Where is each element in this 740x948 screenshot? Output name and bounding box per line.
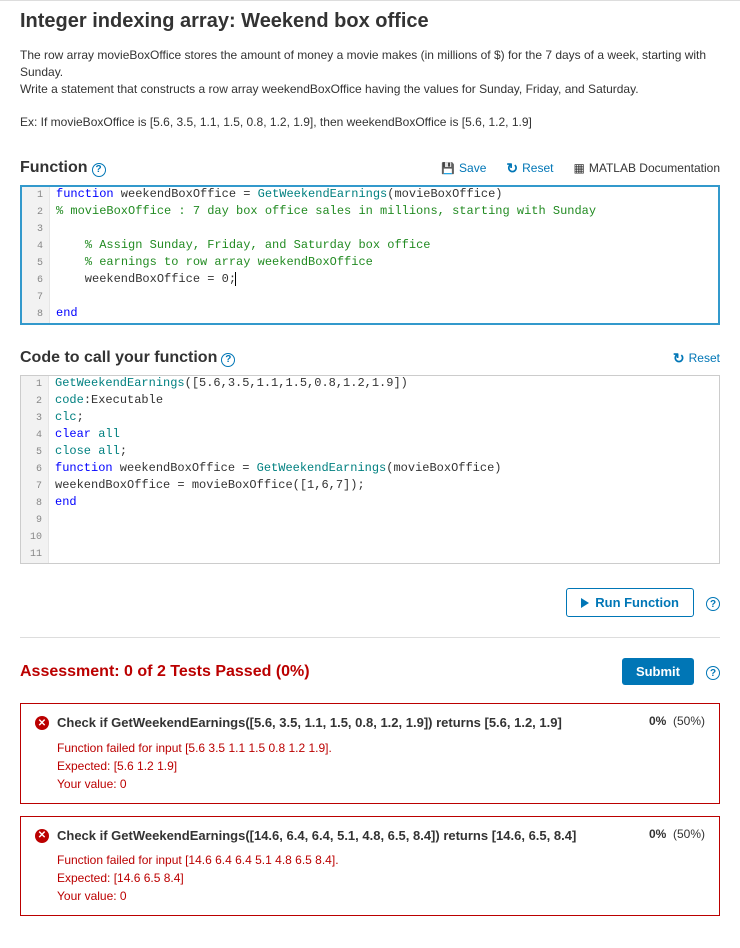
call-section-title: Code to call your function ? (20, 349, 235, 367)
line-number: 8 (22, 306, 50, 323)
line-number: 2 (22, 204, 50, 221)
reset-icon (506, 160, 518, 177)
code-content[interactable]: weekendBoxOffice = 0; (50, 272, 242, 289)
line-number: 5 (21, 444, 49, 461)
line-number: 1 (22, 187, 50, 204)
page-title: Integer indexing array: Weekend box offi… (20, 10, 720, 33)
reset-icon (673, 350, 685, 367)
docs-icon (573, 161, 584, 175)
code-content[interactable]: GetWeekendEarnings([5.6,3.5,1.1,1.5,0.8,… (49, 376, 414, 393)
code-content[interactable] (49, 529, 61, 546)
help-icon[interactable]: ? (92, 160, 106, 177)
code-content[interactable]: clear all (49, 427, 126, 444)
line-number: 4 (21, 427, 49, 444)
line-number: 10 (21, 529, 49, 546)
test-result-box: ✕ Check if GetWeekendEarnings([5.6, 3.5, … (20, 703, 720, 803)
line-number: 2 (21, 393, 49, 410)
code-line[interactable]: 3 (22, 221, 718, 238)
code-content[interactable]: close all; (49, 444, 133, 461)
desc-line-1: The row array movieBoxOffice stores the … (20, 48, 706, 79)
test-details: Function failed for input [14.6 6.4 6.4 … (57, 851, 705, 905)
submit-button[interactable]: Submit (622, 658, 694, 685)
editor-toolbar: Save Reset MATLAB Documentation (441, 160, 720, 177)
line-number: 6 (22, 272, 50, 289)
line-number: 7 (21, 478, 49, 495)
code-line[interactable]: 4clear all (21, 427, 719, 444)
line-number: 1 (21, 376, 49, 393)
test-name: Check if GetWeekendEarnings([14.6, 6.4, … (57, 827, 576, 845)
save-button[interactable]: Save (441, 161, 486, 175)
code-line[interactable]: 7weekendBoxOffice = movieBoxOffice([1,6,… (21, 478, 719, 495)
line-number: 4 (22, 238, 50, 255)
problem-description: The row array movieBoxOffice stores the … (20, 47, 720, 97)
reset-button[interactable]: Reset (506, 160, 553, 177)
code-line[interactable]: 9 (21, 512, 719, 529)
test-results: ✕ Check if GetWeekendEarnings([5.6, 3.5, … (20, 703, 720, 915)
desc-line-2: Write a statement that constructs a row … (20, 82, 639, 96)
line-number: 7 (22, 289, 50, 306)
test-score: 0% (50%) (649, 827, 705, 841)
code-line[interactable]: 8end (22, 306, 718, 323)
code-content[interactable]: end (49, 495, 83, 512)
fail-icon: ✕ (35, 829, 49, 843)
test-details: Function failed for input [5.6 3.5 1.1 1… (57, 739, 705, 793)
code-line[interactable]: 1GetWeekendEarnings([5.6,3.5,1.1,1.5,0.8… (21, 376, 719, 393)
save-icon (441, 161, 455, 175)
code-line[interactable]: 10 (21, 529, 719, 546)
code-line[interactable]: 5 % earnings to row array weekendBoxOffi… (22, 255, 718, 272)
help-icon[interactable]: ? (221, 350, 235, 367)
fail-icon: ✕ (35, 716, 49, 730)
run-function-button[interactable]: Run Function (566, 588, 694, 617)
code-line[interactable]: 11 (21, 546, 719, 563)
code-content[interactable]: function weekendBoxOffice = GetWeekendEa… (49, 461, 507, 478)
reset-button-2[interactable]: Reset (673, 350, 720, 367)
line-number: 11 (21, 546, 49, 563)
function-section-title: Function ? (20, 159, 106, 177)
code-line[interactable]: 5close all; (21, 444, 719, 461)
line-number: 5 (22, 255, 50, 272)
code-line[interactable]: 4 % Assign Sunday, Friday, and Saturday … (22, 238, 718, 255)
code-content[interactable] (49, 512, 61, 529)
code-content[interactable]: % Assign Sunday, Friday, and Saturday bo… (50, 238, 436, 255)
code-line[interactable]: 6function weekendBoxOffice = GetWeekendE… (21, 461, 719, 478)
line-number: 6 (21, 461, 49, 478)
play-icon (581, 598, 589, 608)
matlab-docs-link[interactable]: MATLAB Documentation (573, 161, 720, 175)
code-content[interactable] (50, 221, 62, 238)
code-line[interactable]: 3clc; (21, 410, 719, 427)
code-line[interactable]: 8end (21, 495, 719, 512)
code-content[interactable]: % earnings to row array weekendBoxOffice (50, 255, 379, 272)
code-line[interactable]: 2code:Executable (21, 393, 719, 410)
code-line[interactable]: 1function weekendBoxOffice = GetWeekendE… (22, 187, 718, 204)
line-number: 9 (21, 512, 49, 529)
code-content[interactable] (49, 546, 61, 563)
help-icon[interactable]: ? (706, 595, 720, 612)
test-score: 0% (50%) (649, 714, 705, 728)
code-line[interactable]: 6 weekendBoxOffice = 0; (22, 272, 718, 289)
divider (20, 637, 720, 638)
assessment-title: Assessment: 0 of 2 Tests Passed (0%) (20, 663, 310, 681)
line-number: 3 (21, 410, 49, 427)
code-content[interactable] (50, 289, 62, 306)
function-code-editor[interactable]: 1function weekendBoxOffice = GetWeekendE… (20, 185, 720, 325)
code-content[interactable]: weekendBoxOffice = movieBoxOffice([1,6,7… (49, 478, 371, 495)
call-code-editor[interactable]: 1GetWeekendEarnings([5.6,3.5,1.1,1.5,0.8… (20, 375, 720, 564)
code-line[interactable]: 2% movieBoxOffice : 7 day box office sal… (22, 204, 718, 221)
code-content[interactable]: function weekendBoxOffice = GetWeekendEa… (50, 187, 508, 204)
code-line[interactable]: 7 (22, 289, 718, 306)
example-text: Ex: If movieBoxOffice is [5.6, 3.5, 1.1,… (20, 115, 720, 129)
code-content[interactable]: code:Executable (49, 393, 176, 410)
test-name: Check if GetWeekendEarnings([5.6, 3.5, 1… (57, 714, 562, 732)
line-number: 3 (22, 221, 50, 238)
test-result-box: ✕ Check if GetWeekendEarnings([14.6, 6.4,… (20, 816, 720, 916)
code-content[interactable]: end (50, 306, 84, 323)
code-content[interactable]: % movieBoxOffice : 7 day box office sale… (50, 204, 602, 221)
line-number: 8 (21, 495, 49, 512)
help-icon[interactable]: ? (706, 664, 720, 681)
code-content[interactable]: clc; (49, 410, 90, 427)
